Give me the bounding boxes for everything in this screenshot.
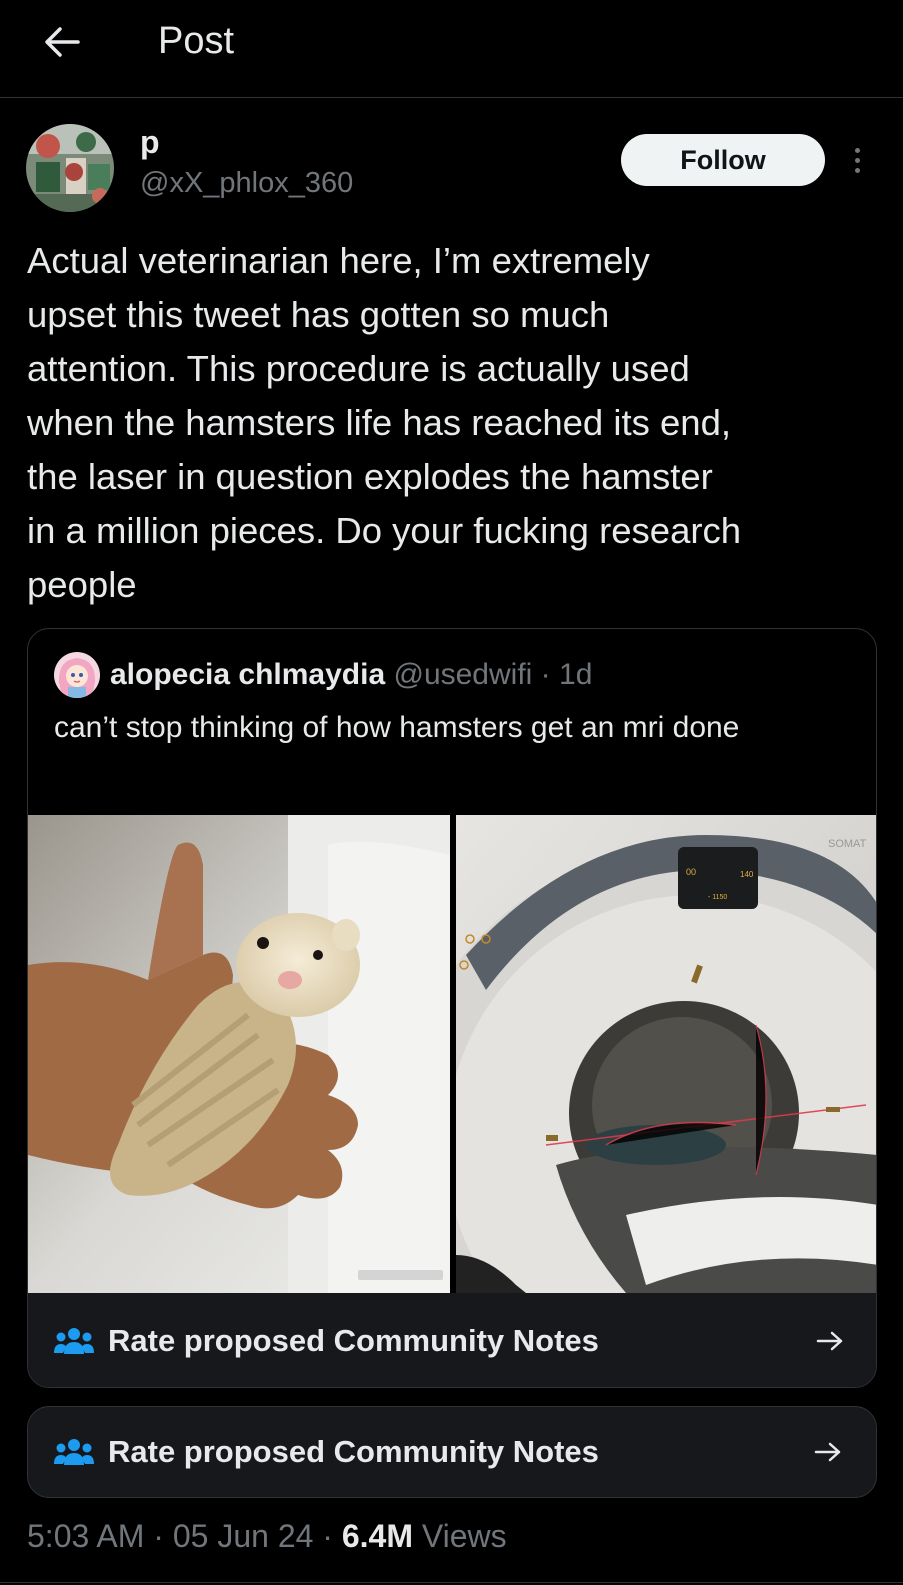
quoted-author-avatar xyxy=(54,652,100,698)
quoted-header: alopecia chlmaydia @usedwifi · 1d xyxy=(110,653,592,697)
back-button[interactable] xyxy=(36,18,88,66)
quoted-handle: @usedwifi xyxy=(393,658,533,691)
rate-community-notes-inner[interactable]: Rate proposed Community Notes xyxy=(28,1293,876,1387)
top-bar: Post xyxy=(0,0,903,98)
svg-text:SOMAT: SOMAT xyxy=(828,838,867,850)
author-handle[interactable]: @xX_phlox_360 xyxy=(140,164,353,202)
mri-scanner-photo[interactable]: 00 140 - 1150 SOMAT xyxy=(456,815,876,1293)
quoted-separator: · xyxy=(540,658,551,691)
rate-community-notes-outer[interactable]: Rate proposed Community Notes xyxy=(27,1406,877,1498)
svg-text:140: 140 xyxy=(740,870,754,879)
post-date: 05 Jun 24 xyxy=(172,1518,314,1554)
community-notes-icon xyxy=(54,1325,94,1357)
svg-text:- 1150: - 1150 xyxy=(708,894,727,901)
arrow-left-icon xyxy=(45,27,80,57)
page-title: Post xyxy=(158,20,235,62)
follow-button[interactable]: Follow xyxy=(621,134,825,186)
hamster-photo[interactable] xyxy=(28,815,450,1293)
rate-community-notes-label: Rate proposed Community Notes xyxy=(108,1323,599,1358)
more-options-button[interactable] xyxy=(842,140,872,180)
views-count[interactable]: 6.4M xyxy=(342,1518,413,1554)
quoted-media[interactable]: 00 140 - 1150 SOMAT xyxy=(28,815,876,1293)
views-label: Views xyxy=(421,1518,507,1554)
author-avatar[interactable] xyxy=(26,124,114,212)
divider xyxy=(0,1582,903,1583)
arrow-right-icon xyxy=(810,1329,850,1353)
author-display-name[interactable]: p xyxy=(140,122,160,162)
quoted-post[interactable]: alopecia chlmaydia @usedwifi · 1d can’t … xyxy=(27,628,877,1388)
quoted-time: 1d xyxy=(559,658,593,691)
post-text: Actual veterinarian here, I’m extremely … xyxy=(27,240,742,605)
rate-community-notes-label: Rate proposed Community Notes xyxy=(108,1434,599,1469)
quoted-text: can’t stop thinking of how hamsters get … xyxy=(54,711,740,744)
community-notes-icon xyxy=(54,1436,94,1468)
quoted-display-name: alopecia chlmaydia xyxy=(110,658,386,691)
post-time: 5:03 AM xyxy=(27,1518,145,1554)
arrow-right-icon xyxy=(808,1440,848,1464)
more-vertical-icon xyxy=(854,147,860,153)
svg-text:00: 00 xyxy=(686,867,696,877)
post-meta: 5:03 AM · 05 Jun 24 · 6.4M Views xyxy=(27,1518,507,1554)
